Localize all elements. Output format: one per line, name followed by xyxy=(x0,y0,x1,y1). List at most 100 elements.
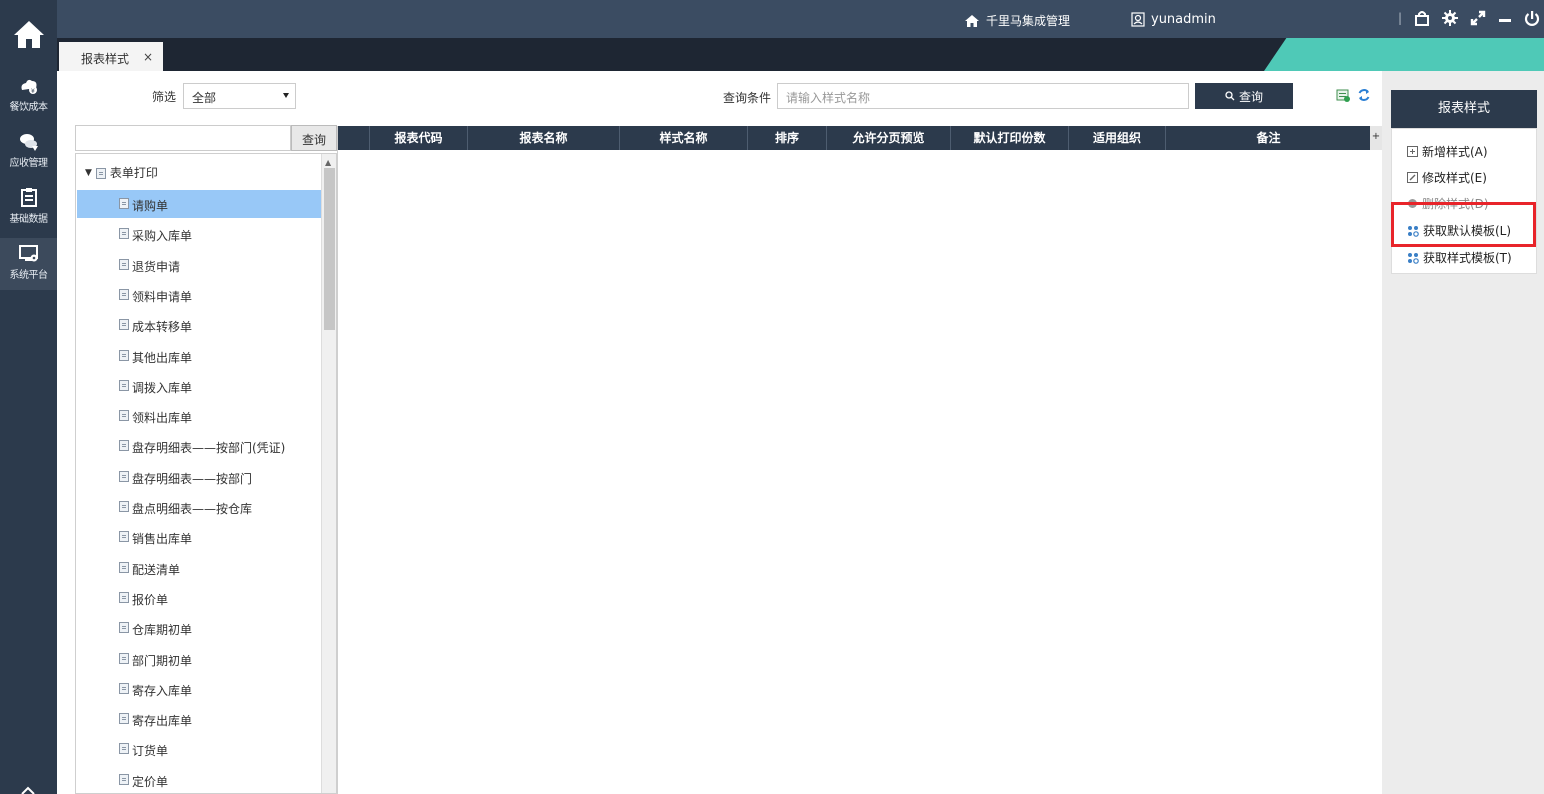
tree-item-label: 盘存明细表——按部门 xyxy=(132,471,253,486)
tree-item-label: 其他出库单 xyxy=(132,350,193,365)
query-button-label: 查询 xyxy=(1238,89,1263,104)
tree-item-label: 寄存入库单 xyxy=(132,683,193,698)
tree-item-label: 配送清单 xyxy=(132,562,181,577)
top-bar: 千里马集成管理 yunadmin | xyxy=(57,0,1544,38)
grid-col-header[interactable]: 备注 xyxy=(1166,126,1371,150)
tree-item-label: 盘存明细表——按部门(凭证) xyxy=(132,441,286,456)
edit-style-button[interactable]: 修改样式(E) xyxy=(1407,169,1487,186)
nav-item-receivables[interactable]: 应收管理 xyxy=(0,126,57,178)
grid-col-header[interactable]: 报表代码 xyxy=(370,126,468,150)
edit-icon xyxy=(1407,172,1418,183)
tree-item[interactable]: 调拨入库单 xyxy=(77,372,321,400)
tree-item[interactable]: 采购入库单 xyxy=(77,220,321,248)
home-icon xyxy=(965,14,979,27)
document-icon xyxy=(119,682,129,694)
scroll-thumb[interactable] xyxy=(324,168,335,330)
document-icon xyxy=(119,379,129,391)
chef-hat-icon: ¥ xyxy=(21,79,37,95)
tree-search-input[interactable] xyxy=(75,125,291,151)
document-icon xyxy=(95,167,106,179)
grid-col-header[interactable]: 样式名称 xyxy=(620,126,748,150)
add-style-button[interactable]: 新增样式(A) xyxy=(1407,143,1488,160)
fullscreen-icon[interactable] xyxy=(1470,10,1486,26)
grid-col-header[interactable]: 排序 xyxy=(748,126,827,150)
power-icon[interactable] xyxy=(1524,10,1540,26)
action-label: 修改样式(E) xyxy=(1422,171,1487,185)
tree-item[interactable]: 盘点明细表——按仓库 xyxy=(77,493,321,521)
tree-item[interactable]: 领料出库单 xyxy=(77,402,321,430)
tree-item-label: 采购入库单 xyxy=(132,229,193,244)
grid-col-header[interactable]: 报表名称 xyxy=(468,126,620,150)
lock-icon[interactable] xyxy=(1414,10,1430,26)
tree-item[interactable]: 领料申请单 xyxy=(77,281,321,309)
tree-item[interactable]: 成本转移单 xyxy=(77,311,321,339)
user-menu[interactable]: yunadmin xyxy=(1131,12,1216,27)
tree-item-label: 领料申请单 xyxy=(132,289,193,304)
tree-root[interactable]: ▼ 表单打印 xyxy=(85,164,158,181)
filter-select[interactable]: 全部 xyxy=(183,83,296,109)
tree-item[interactable]: 订货单 xyxy=(77,735,321,763)
tree-item[interactable]: 请购单 xyxy=(77,190,321,218)
get-style-template-button[interactable]: 获取样式模板(T) xyxy=(1407,249,1512,266)
tree-item[interactable]: 盘存明细表——按部门(凭证) xyxy=(77,432,321,460)
tree-item[interactable]: 定价单 xyxy=(77,766,321,793)
tree-item-label: 调拨入库单 xyxy=(132,380,193,395)
brand-link[interactable]: 千里马集成管理 xyxy=(964,12,1070,29)
minimize-icon[interactable] xyxy=(1498,10,1512,26)
query-input[interactable]: 请输入样式名称 xyxy=(777,83,1189,109)
tree-item[interactable]: 报价单 xyxy=(77,584,321,612)
tree-item[interactable]: 退货申请 xyxy=(77,251,321,279)
nav-item-label: 基础数据 xyxy=(9,214,49,225)
nav-item-basic-data[interactable]: 基础数据 xyxy=(0,182,57,234)
grid-col-header[interactable]: 允许分页预览 xyxy=(827,126,951,150)
home-button[interactable] xyxy=(0,6,57,61)
document-icon xyxy=(119,743,129,755)
divider: | xyxy=(1397,11,1402,25)
tree-item[interactable]: 部门期初单 xyxy=(77,645,321,673)
document-icon xyxy=(119,652,129,664)
document-icon xyxy=(119,773,129,785)
tree-item[interactable]: 仓库期初单 xyxy=(77,614,321,642)
document-icon xyxy=(119,470,129,482)
query-button[interactable]: 查询 xyxy=(1195,83,1293,109)
document-icon xyxy=(119,713,129,725)
tree-item-label: 退货申请 xyxy=(132,259,181,274)
tree-item-label: 盘点明细表——按仓库 xyxy=(132,502,253,516)
tree-root-label: 表单打印 xyxy=(109,166,158,180)
home-icon xyxy=(13,20,44,48)
tree-item[interactable]: 配送清单 xyxy=(77,554,321,582)
tree-item[interactable]: 其他出库单 xyxy=(77,342,321,370)
tab-bar: 报表样式 × xyxy=(57,38,1544,71)
export-excel-icon[interactable] xyxy=(1336,89,1350,102)
tree-search-button[interactable]: 查询 xyxy=(291,125,337,151)
grid-col-blank xyxy=(338,126,370,150)
scroll-up-icon[interactable]: ▲ xyxy=(325,158,331,167)
grid-col-header[interactable]: 适用组织 xyxy=(1069,126,1166,150)
tree-item[interactable]: 寄存出库单 xyxy=(77,705,321,733)
tree-item[interactable]: 销售出库单 xyxy=(77,523,321,551)
user-icon xyxy=(1131,12,1145,27)
tree-item[interactable]: 盘存明细表——按部门 xyxy=(77,463,321,491)
template-icon xyxy=(1408,252,1419,264)
tab-report-style[interactable]: 报表样式 × xyxy=(59,42,163,71)
tree-scrollbar[interactable]: ▲ xyxy=(321,154,336,793)
tree-item-label: 订货单 xyxy=(132,744,169,759)
main-content: 筛选 全部 查询条件 请输入样式名称 查询 查询 ▼ 表单打印 请购单 采购入库单… xyxy=(57,71,1382,794)
grid-col-header[interactable]: 默认打印份数 xyxy=(951,126,1069,150)
svg-text:¥: ¥ xyxy=(31,88,35,95)
gear-icon[interactable] xyxy=(1442,10,1458,26)
expand-arrow-icon[interactable]: ▼ xyxy=(85,168,92,178)
tab-close-button[interactable]: × xyxy=(143,50,153,64)
collapse-arrow-icon[interactable] xyxy=(20,786,36,794)
tree-item-label: 寄存出库单 xyxy=(132,714,193,729)
tree-item[interactable]: 寄存入库单 xyxy=(77,675,321,703)
document-icon xyxy=(119,410,129,422)
document-icon xyxy=(119,561,129,573)
document-icon xyxy=(119,198,129,209)
nav-item-catering-cost[interactable]: ¥ 餐饮成本 xyxy=(0,70,57,122)
window-tools: | xyxy=(1398,10,1540,26)
add-column-button[interactable]: + xyxy=(1370,126,1382,150)
refresh-icon[interactable] xyxy=(1357,88,1371,102)
document-icon xyxy=(119,258,129,270)
nav-item-system-platform[interactable]: 系统平台 xyxy=(0,238,57,290)
